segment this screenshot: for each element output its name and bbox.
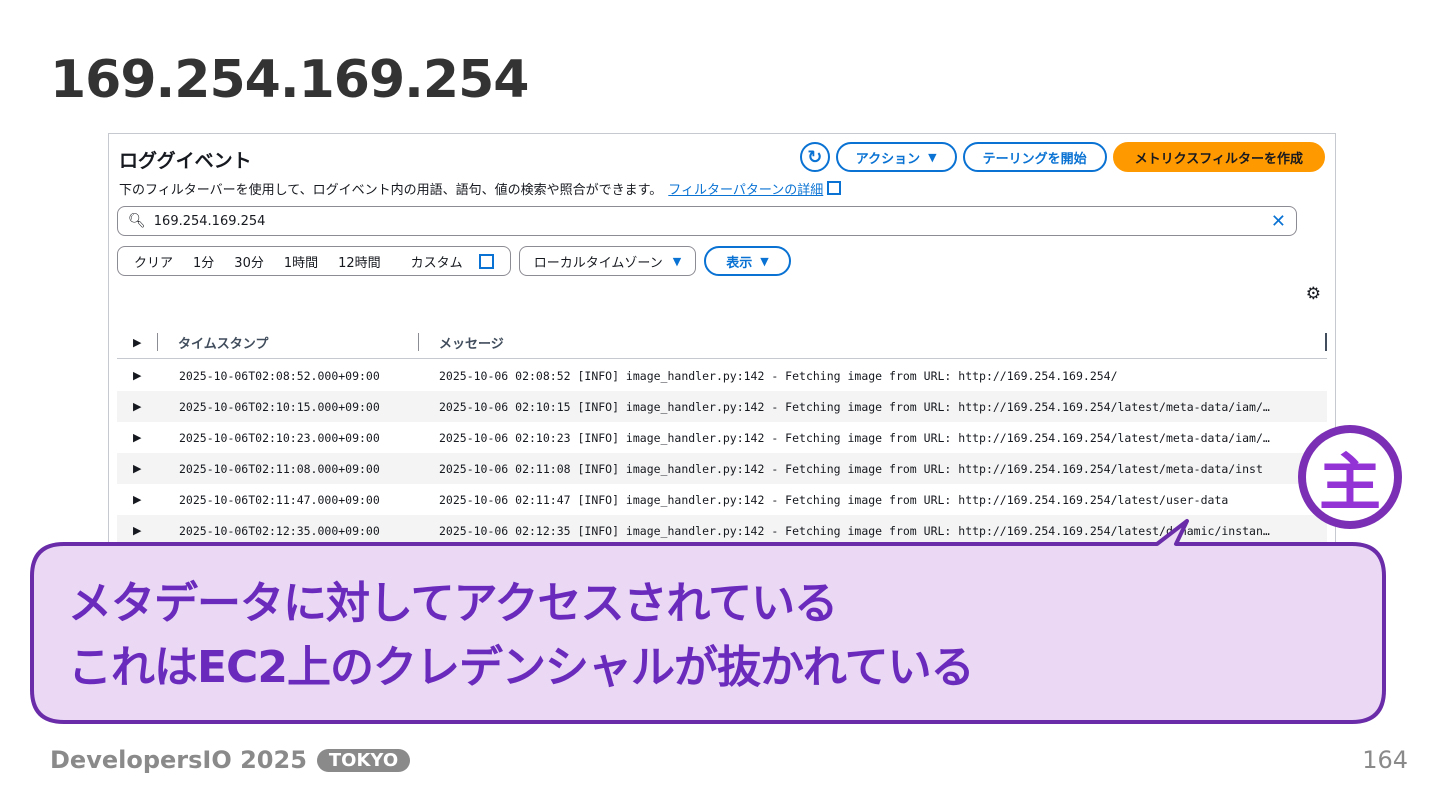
speaker-badge-char: 主: [1306, 433, 1394, 521]
speaker-badge: 主: [1298, 425, 1402, 529]
callout-text: メタデータに対してアクセスされている これはEC2上のクレデンシャルが抜かれてい…: [68, 572, 975, 700]
callout-line-2: これはEC2上のクレデンシャルが抜かれている: [68, 642, 975, 693]
callout-line-1: メタデータに対してアクセスされている: [68, 578, 838, 629]
